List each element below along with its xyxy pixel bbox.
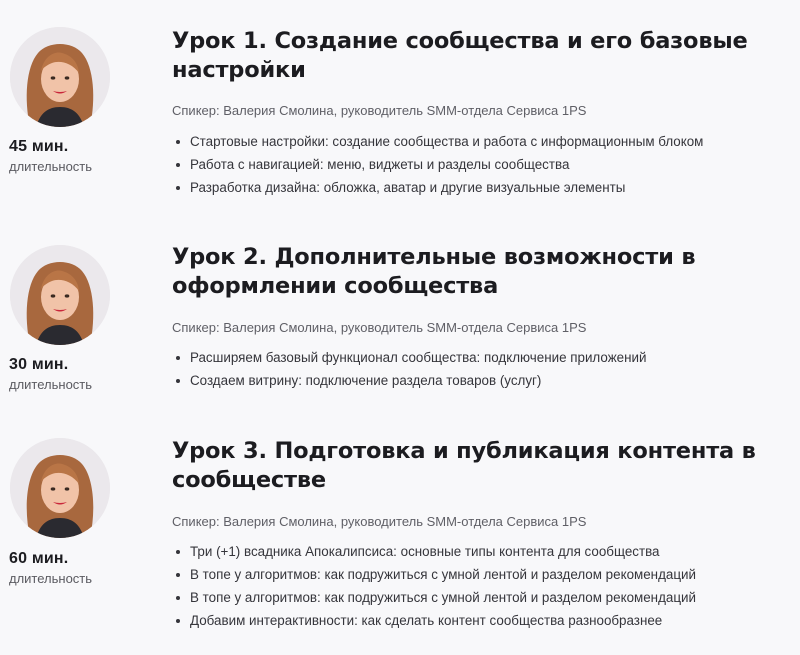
topic-item: Расширяем базовый функционал сообщества:… <box>172 346 646 369</box>
speaker-photo <box>10 27 110 127</box>
speaker-line: Спикер: Валерия Смолина, руководитель SM… <box>172 320 587 335</box>
lesson-title: Урок 2. Дополнительные возможности в офо… <box>172 244 696 299</box>
topic-list: Расширяем базовый функционал сообщества:… <box>172 346 646 392</box>
duration-label: длительность <box>9 571 93 586</box>
topic-item: Три (+1) всадника Апокалипсиса: основные… <box>172 540 696 563</box>
lesson-duration: 45 мин. <box>9 138 69 155</box>
topic-item: В топе у алгоритмов: как подружиться с у… <box>172 563 696 586</box>
topic-item: Добавим интерактивности: как сделать кон… <box>172 609 696 632</box>
topic-item: Создаем витрину: подключение раздела тов… <box>172 369 646 392</box>
topic-list: Стартовые настройки: создание сообщества… <box>172 130 703 199</box>
topic-item: В топе у алгоритмов: как подружиться с у… <box>172 586 696 609</box>
duration-label: длительность <box>9 159 93 174</box>
speaker-avatar <box>10 438 110 538</box>
topic-list: Три (+1) всадника Апокалипсиса: основные… <box>172 540 696 632</box>
speaker-photo <box>10 438 110 538</box>
lesson-duration: 30 мин. <box>9 356 69 373</box>
topic-item: Работа с навигацией: меню, виджеты и раз… <box>172 153 703 176</box>
topic-item: Стартовые настройки: создание сообщества… <box>172 130 703 153</box>
lesson-title: Урок 1. Создание сообщества и его базовы… <box>172 28 748 83</box>
speaker-avatar <box>10 27 110 127</box>
speaker-line: Спикер: Валерия Смолина, руководитель SM… <box>172 103 587 118</box>
lesson-duration: 60 мин. <box>9 550 69 567</box>
lesson-title: Урок 3. Подготовка и публикация контента… <box>172 438 756 493</box>
speaker-avatar <box>10 245 110 345</box>
topic-item: Разработка дизайна: обложка, аватар и др… <box>172 176 703 199</box>
speaker-photo <box>10 245 110 345</box>
duration-label: длительность <box>9 377 93 392</box>
speaker-line: Спикер: Валерия Смолина, руководитель SM… <box>172 514 587 529</box>
